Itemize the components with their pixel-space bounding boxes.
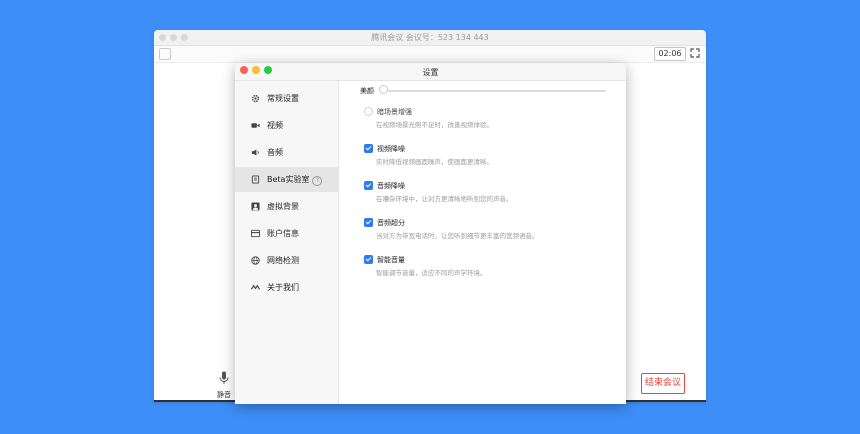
sidebar-item-label: 视频 [267,121,283,130]
video-denoise-checkbox[interactable] [364,144,373,153]
sidebar-item-video[interactable]: 视频 [235,113,338,138]
sidebar-item-network-check[interactable]: 网络检测 [235,248,338,273]
sidebar-item-label: Beta实验室 [267,175,310,184]
settings-titlebar: 设置 [235,63,626,81]
sidebar-item-general[interactable]: 常规设置 [235,86,338,111]
option-dark-scene-enhance: 暗场景增强 在视频场景光照不足时，改善视频体验。 [364,107,614,137]
option-desc: 在视频场景光照不足时，改善视频体验。 [376,121,493,129]
sidebar-item-beta-lab[interactable]: Beta实验室? [235,167,338,192]
speaker-icon [251,149,259,156]
meeting-title: 腾讯会议 会议号：523 134 443 [371,33,489,42]
audio-denoise-checkbox[interactable] [364,181,373,190]
sidebar-item-account[interactable]: 账户信息 [235,221,338,246]
beauty-slider-thumb[interactable] [379,85,388,94]
card-icon [251,229,260,238]
sidebar-item-label: 关于我们 [267,283,299,292]
option-desc: 智能调节音量，适应不同的声学环境。 [376,269,487,277]
meeting-timer: 02:06 [654,47,686,61]
beauty-label: 美颜 [360,87,374,95]
beta-lab-panel: 美颜 暗场景增强 在视频场景光照不足时，改善视频体验。 视频降噪 实时降低视频画… [339,81,626,404]
sidebar-item-label: 常规设置 [267,94,299,103]
option-audio-super-resolution: 音频超分 当对方为带宽电话时，让您听到细节更丰富的宽频语音。 [364,218,614,248]
sidebar-item-virtual-background[interactable]: 虚拟背景 [235,194,338,219]
option-title: 暗场景增强 [377,108,412,116]
microphone-icon [219,371,229,384]
globe-icon [251,256,260,265]
portrait-icon [251,202,260,211]
sidebar-item-label: 账户信息 [267,229,299,238]
option-title: 音频超分 [377,219,405,227]
sidebar-item-label: 虚拟背景 [267,202,299,211]
option-title: 智能音量 [377,256,405,264]
video-camera-icon [251,123,260,128]
shield-icon[interactable] [159,48,171,60]
gear-icon [251,94,260,103]
settings-title: 设置 [422,68,439,77]
dark-scene-checkbox[interactable] [364,107,373,116]
audio-super-resolution-checkbox[interactable] [364,218,373,227]
beauty-slider[interactable] [383,90,606,92]
option-desc: 在嘈杂环境中，让对方更清晰地听到您的声音。 [376,195,513,203]
sidebar-item-label-wrap: Beta实验室? [267,174,323,186]
meeting-titlebar: 腾讯会议 会议号：523 134 443 [154,30,706,46]
option-desc: 实时降低视频画面噪声，使画面更清晰。 [376,158,493,166]
settings-dialog: 设置 常规设置 视频 音频 Beta实验室 ? 虚拟背景 账户信息 网络检测 关… [235,63,626,404]
option-title: 视频降噪 [377,145,405,153]
sidebar-item-about[interactable]: 关于我们 [235,275,338,300]
sidebar-item-audio[interactable]: 音频 [235,140,338,165]
lab-icon [251,175,260,184]
mute-label: 静音 [217,391,231,399]
logo-icon [251,284,260,290]
settings-sidebar: 常规设置 视频 音频 Beta实验室? 虚拟背景 账户信息 网络检测 关于我们 [235,81,339,404]
smart-volume-checkbox[interactable] [364,255,373,264]
sidebar-item-label: 网络检测 [267,256,299,265]
option-video-denoise: 视频降噪 实时降低视频画面噪声，使画面更清晰。 [364,144,614,174]
option-audio-denoise: 音频降噪 在嘈杂环境中，让对方更清晰地听到您的声音。 [364,181,614,211]
end-meeting-button[interactable]: 结束会议 [641,373,685,394]
option-title: 音频降噪 [377,182,405,190]
fullscreen-icon[interactable] [690,48,700,58]
mute-button[interactable]: 静音 [210,370,238,400]
help-icon[interactable]: ? [312,176,323,186]
option-smart-volume: 智能音量 智能调节音量，适应不同的声学环境。 [364,255,614,285]
option-desc: 当对方为带宽电话时，让您听到细节更丰富的宽频语音。 [376,232,539,240]
sidebar-item-label: 音频 [267,148,283,157]
meeting-toolbar: 02:06 [154,46,706,63]
